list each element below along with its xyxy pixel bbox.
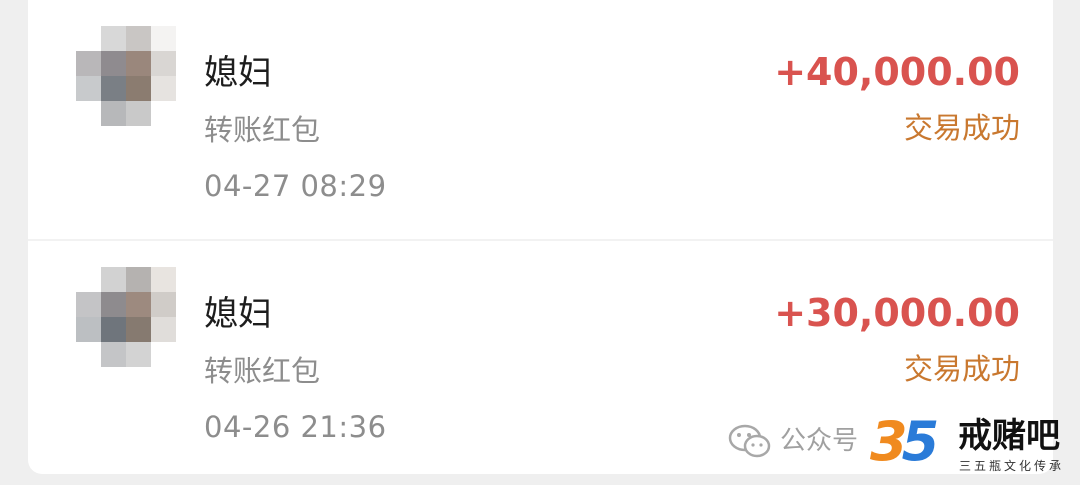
transaction-name: 媳妇 — [204, 53, 272, 93]
transaction-type: 转账红包 — [204, 113, 321, 147]
watermark: 公众号 35 戒赌吧 三五瓶文化传承 — [728, 412, 1078, 476]
watermark-logo-digit: 3 — [870, 410, 907, 473]
watermark-slogan: 三五瓶文化传承 — [959, 459, 1065, 473]
watermark-brand: 戒赌吧 — [958, 416, 1060, 456]
transaction-amount: +30,000.00 — [774, 291, 1020, 335]
transaction-amount: +40,000.00 — [774, 50, 1020, 94]
avatar — [76, 26, 176, 126]
watermark-logo: 35 — [870, 410, 939, 473]
watermark-logo-digit: 5 — [901, 410, 939, 473]
transaction-type: 转账红包 — [204, 354, 321, 388]
watermark-source-label: 公众号 — [780, 426, 859, 456]
transaction-time: 04-27 08:29 — [204, 169, 387, 203]
transaction-item[interactable]: 媳妇 转账红包 04-27 08:29 +40,000.00 交易成功 — [28, 0, 1053, 236]
transaction-status: 交易成功 — [903, 352, 1020, 386]
transaction-name: 媳妇 — [204, 294, 272, 334]
transaction-status: 交易成功 — [903, 111, 1020, 145]
avatar — [76, 267, 176, 367]
transaction-time: 04-26 21:36 — [204, 410, 387, 444]
wechat-icon — [728, 424, 771, 458]
